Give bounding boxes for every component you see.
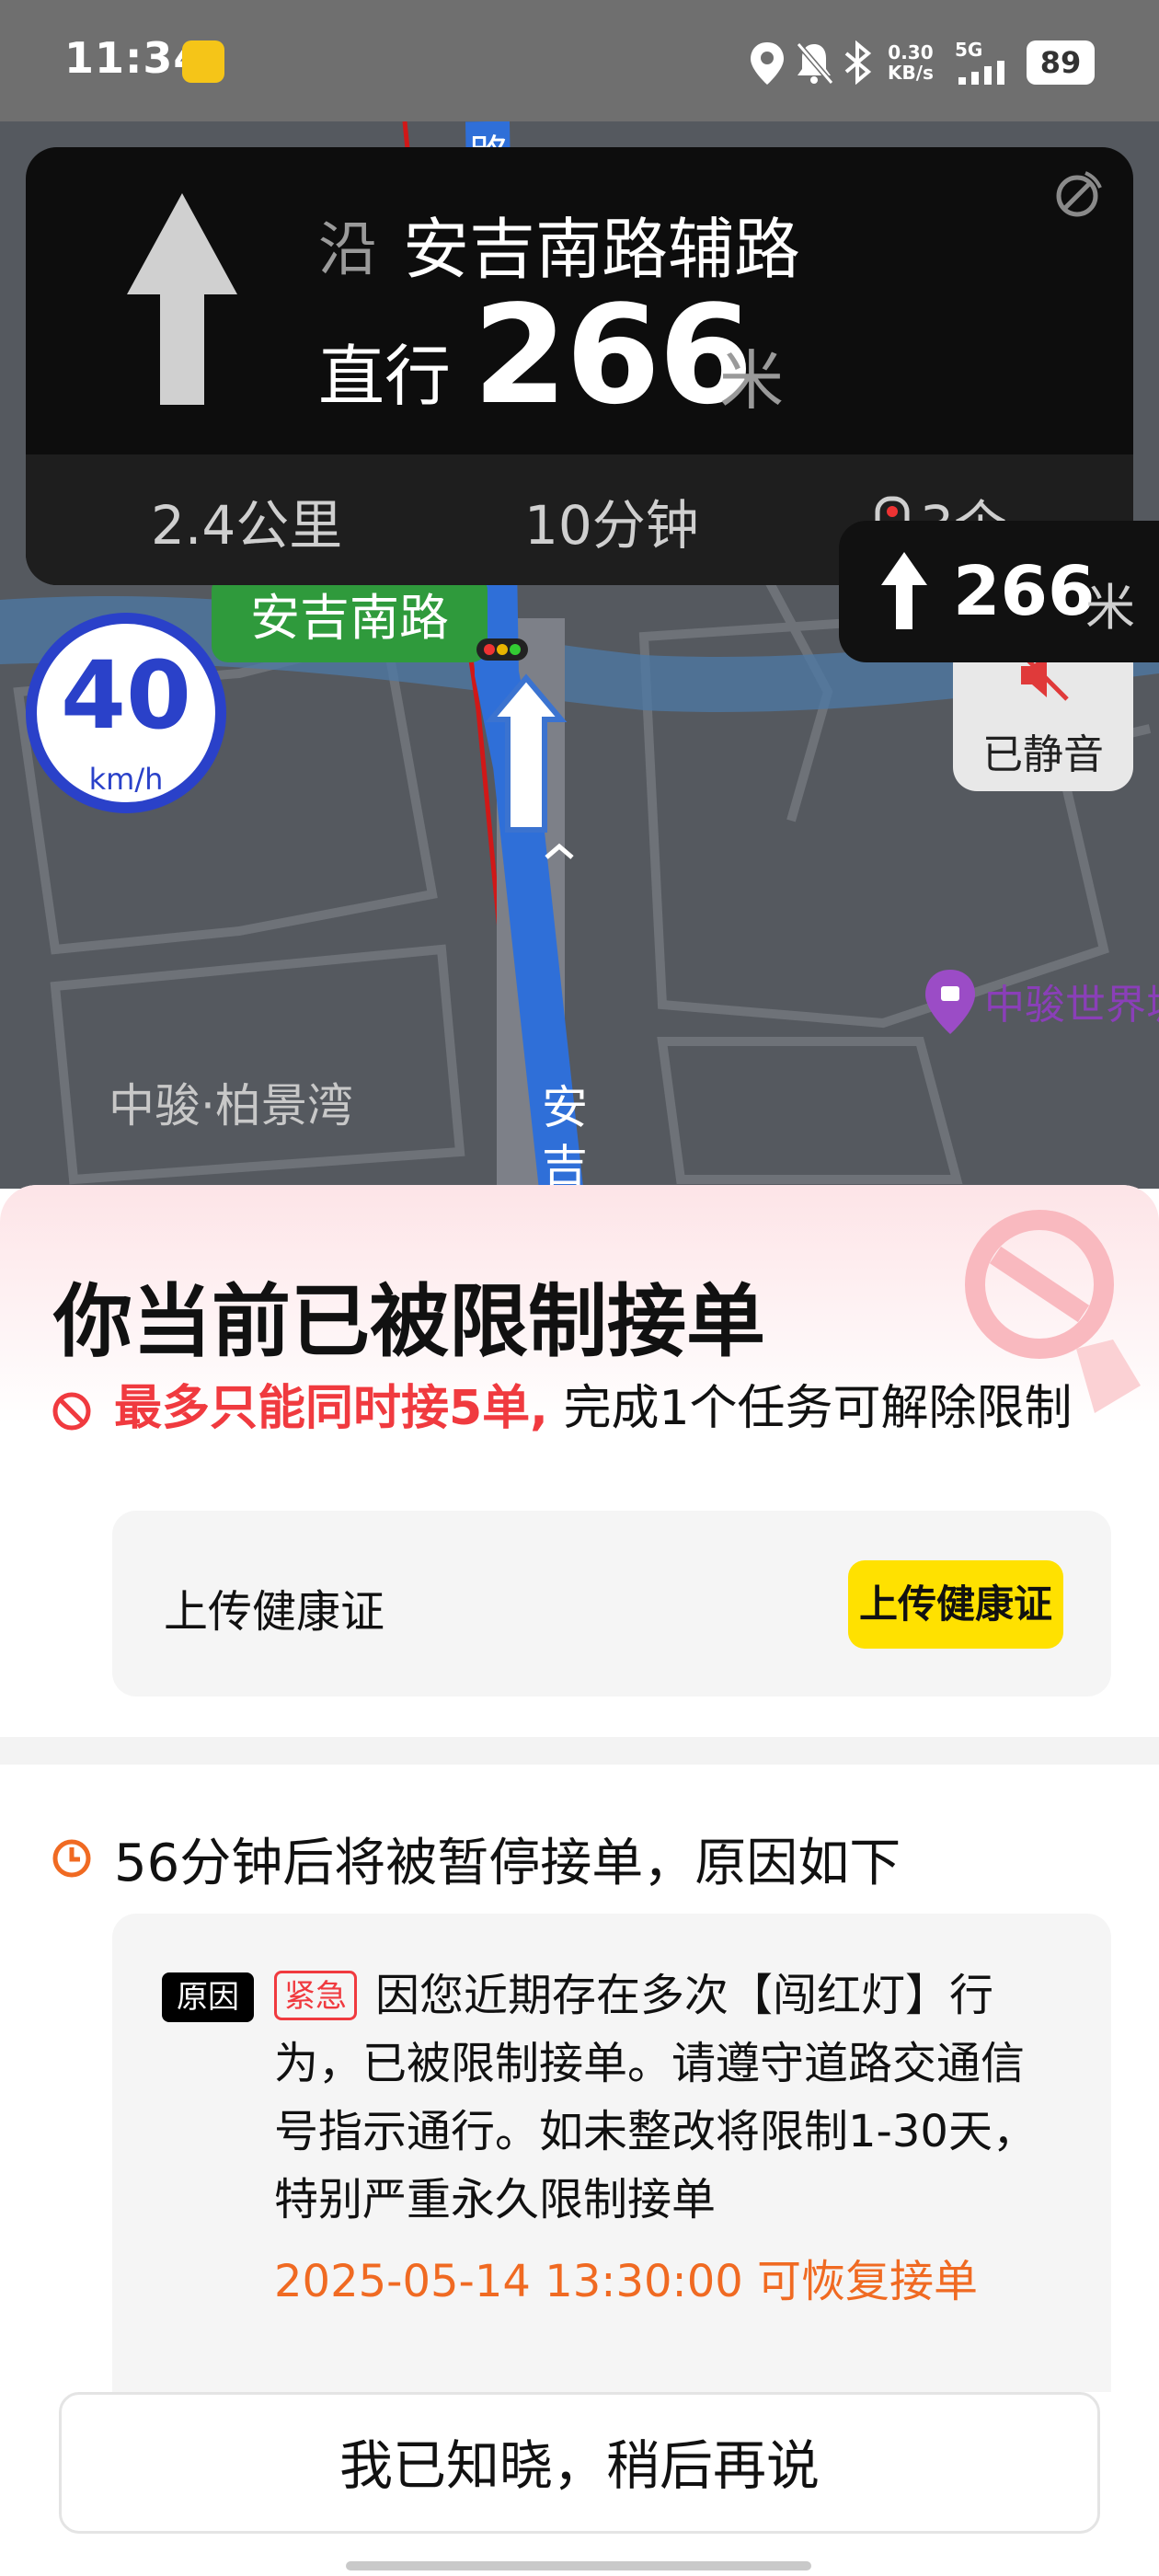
reason-text: 因您近期存在多次【闯红灯】行为，已被限制接单。请遵守道路交通信号指示通行。如未整… [274,1970,1037,2225]
prohibited-icon [52,1392,91,1431]
location-icon [751,42,784,85]
speed-limit-value: 40 [61,641,191,751]
status-bar: 11:34 0.30 KB/s 5G 89 [0,0,1159,121]
mute-button[interactable]: 已静音 [953,640,1133,791]
pause-message: 56分钟后将被暂停接单，原因如下 [114,1834,901,1893]
road-char: 安 [542,1081,588,1134]
mute-bell-icon [796,42,833,85]
sheet-title: 你当前已被限制接单 [53,1276,765,1368]
current-road-label: 安吉南路 [212,574,488,662]
next-turn-card: 266 米 [839,521,1159,662]
clock-icon [52,1839,91,1878]
upload-task-card: 上传健康证 上传健康证 [112,1511,1111,1696]
vertical-road-label: 安 吉 南 路 [537,1078,592,1189]
restore-time: 2025-05-14 13:30:00 可恢复接单 [274,2256,979,2307]
mute-label: 已静音 [982,731,1104,778]
restriction-sheet: 你当前已被限制接单 最多只能同时接5单, 完成1个任务可解除限制 上传健康证 上… [0,1185,1159,2576]
limit-message-rest: 完成1个任务可解除限制 [547,1381,1073,1436]
app-notification-icon [182,40,224,83]
limit-message-highlight: 最多只能同时接5单, [114,1381,548,1436]
limit-message: 最多只能同时接5单, 完成1个任务可解除限制 [114,1369,1073,1438]
next-straight-arrow-icon [881,552,927,629]
reason-card: 原因 紧急 因您近期存在多次【闯红灯】行为，已被限制接单。请遵守道路交通信号指示… [112,1914,1111,2392]
nav-distance-unit: 米 [719,343,784,419]
road-char: 吉 [542,1140,588,1189]
navigation-card[interactable]: 沿 安吉南路辅路 直行 266 米 2.4公里 10分钟 3个 [26,147,1133,585]
section-divider [0,1737,1159,1765]
battery-indicator: 89 [1027,40,1095,85]
upload-health-cert-button[interactable]: 上传健康证 [848,1560,1063,1649]
net-speed-value: 0.30 [888,41,934,63]
remaining-distance: 2.4公里 [151,494,343,557]
poi-label[interactable]: 中骏世界城 [984,972,1159,1030]
bluetooth-icon [844,40,872,85]
net-speed: 0.30 KB/s [888,42,934,83]
area-label: 中骏·柏景湾 [109,1079,353,1133]
reason-tag: 原因 [162,1972,254,2022]
along-prefix: 沿 [318,216,377,284]
net-speed-unit: KB/s [888,62,934,84]
upload-task-label: 上传健康证 [164,1586,385,1638]
nav-distance: 266 [473,276,753,434]
signal-icon [958,61,1004,85]
remaining-time: 10分钟 [524,494,699,557]
nav-action: 直行 [318,338,452,415]
speed-limit-sign: 40 km/h [26,613,226,813]
projection-icon[interactable] [1049,167,1106,224]
next-turn-unit: 米 [1085,579,1135,637]
home-indicator[interactable] [346,2561,811,2570]
straight-arrow-icon [127,193,237,405]
traffic-light-icon [476,638,528,661]
acknowledge-button[interactable]: 我已知晓，稍后再说 [59,2392,1100,2534]
speed-limit-unit: km/h [88,762,164,797]
next-turn-distance: 266 [953,552,1096,631]
poi-pin-icon [925,970,975,1034]
